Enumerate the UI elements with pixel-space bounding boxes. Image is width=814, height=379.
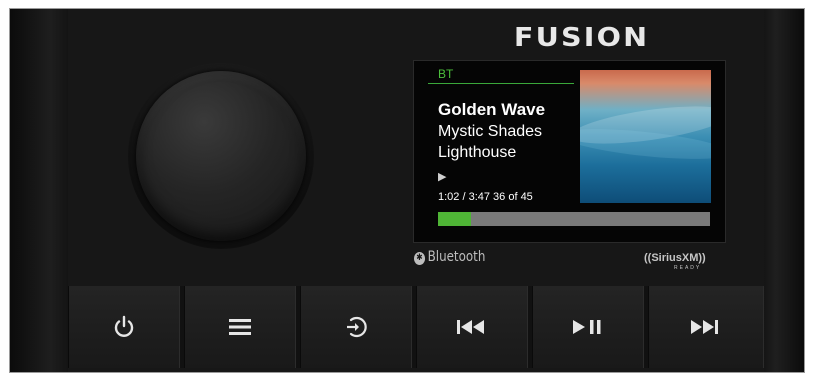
play-indicator-icon: ▶ [438, 171, 447, 183]
previous-track-icon [457, 320, 487, 334]
source-button[interactable] [300, 286, 412, 368]
next-track-icon [691, 320, 721, 334]
bluetooth-icon: ✱ [414, 252, 426, 265]
album-art [580, 70, 711, 203]
siriusxm-ready-text: READY [674, 265, 702, 271]
bluetooth-text: Bluetooth [427, 249, 486, 265]
artist-name: Mystic Shades [438, 123, 543, 140]
menu-button[interactable] [184, 286, 296, 368]
progress-bar-fill [438, 212, 471, 226]
previous-track-button[interactable] [416, 286, 528, 368]
siriusxm-logo: ((SiriusXM)) READY [644, 252, 706, 271]
bluetooth-label: ✱ Bluetooth [414, 249, 485, 265]
display-screen: BT Golden Wave Mystic Shades Lighthouse … [413, 60, 726, 243]
power-button[interactable] [68, 286, 180, 368]
right-bezel [764, 9, 804, 372]
time-and-track-count: 1:02 / 3:47 36 of 45 [438, 191, 533, 203]
volume-knob[interactable] [136, 71, 306, 241]
left-bezel [10, 9, 68, 372]
stereo-unit: FUSION BT Golden Wave Mystic Shades Ligh… [10, 9, 804, 372]
source-underline [428, 83, 574, 84]
brand-logo: FUSION [513, 23, 650, 53]
play-pause-button[interactable] [532, 286, 644, 368]
song-title: Golden Wave [438, 100, 546, 119]
menu-icon [229, 318, 251, 336]
button-bar [68, 286, 764, 368]
source-label: BT [438, 67, 454, 81]
play-pause-icon [573, 320, 603, 334]
siriusxm-text: ((SiriusXM)) [644, 252, 706, 264]
album-name: Lighthouse [438, 144, 517, 161]
source-icon [344, 315, 368, 339]
progress-bar [438, 212, 710, 226]
power-icon [113, 315, 135, 339]
next-track-button[interactable] [648, 286, 764, 368]
